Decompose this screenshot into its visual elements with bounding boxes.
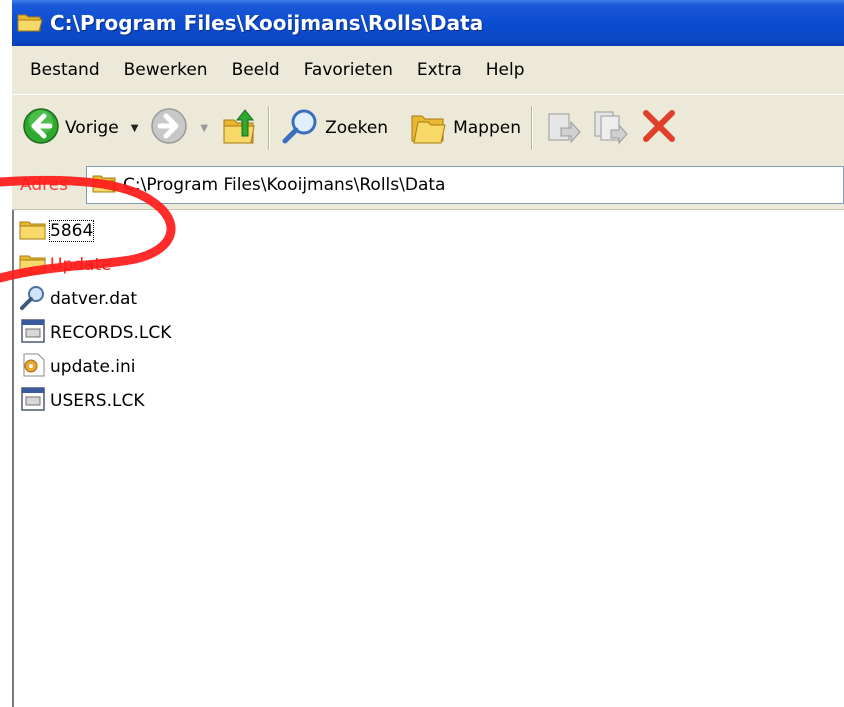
menu-extra[interactable]: Extra <box>407 60 472 80</box>
folder-icon <box>91 172 117 199</box>
list-item[interactable]: USERS.LCK <box>18 386 144 416</box>
address-input[interactable]: C:\Program Files\Kooijmans\Rolls\Data <box>86 166 844 204</box>
delete-button[interactable] <box>635 100 683 156</box>
list-item[interactable]: 5864 <box>18 216 95 246</box>
title-bar[interactable]: C:\Program Files\Kooijmans\Rolls\Data <box>12 0 844 46</box>
settings-file-icon <box>18 352 48 383</box>
copy-to-icon <box>591 106 631 151</box>
toolbar-separator <box>268 106 271 150</box>
address-path: C:\Program Files\Kooijmans\Rolls\Data <box>123 175 446 195</box>
search-icon <box>280 106 320 151</box>
folder-icon <box>18 251 48 280</box>
search-button[interactable]: Zoeken <box>276 100 392 156</box>
folders-label: Mappen <box>453 118 521 138</box>
delete-x-icon <box>639 106 679 151</box>
move-to-button[interactable] <box>539 100 587 156</box>
back-button[interactable]: Vorige <box>18 100 123 156</box>
copy-to-button[interactable] <box>587 100 635 156</box>
file-name: update.ini <box>50 357 136 377</box>
system-file-icon <box>18 318 48 349</box>
folders-icon <box>408 106 448 151</box>
list-item[interactable]: RECORDS.LCK <box>18 318 171 348</box>
menu-bestand[interactable]: Bestand <box>20 60 110 80</box>
address-bar: Adres C:\Program Files\Kooijmans\Rolls\D… <box>12 161 844 210</box>
forward-arrow-icon <box>150 107 188 150</box>
menu-bewerken[interactable]: Bewerken <box>114 60 218 80</box>
list-item[interactable]: update.ini <box>18 352 136 382</box>
system-file-icon <box>18 386 48 417</box>
file-name: RECORDS.LCK <box>50 323 172 343</box>
folder-icon <box>18 217 48 246</box>
folder-open-icon <box>16 9 44 38</box>
move-to-icon <box>543 106 583 151</box>
file-list[interactable]: 5864 Update datver.dat RECORDS.LCK updat… <box>12 210 844 707</box>
menu-bar: Bestand Bewerken Beeld Favorieten Extra … <box>12 46 844 95</box>
forward-dropdown-arrow-icon[interactable]: ▼ <box>200 123 208 134</box>
window-title: C:\Program Files\Kooijmans\Rolls\Data <box>50 11 484 35</box>
file-name: USERS.LCK <box>50 391 145 411</box>
forward-button[interactable] <box>146 100 192 156</box>
back-arrow-icon <box>22 107 60 150</box>
up-folder-icon <box>220 106 258 151</box>
search-label: Zoeken <box>325 118 389 138</box>
menu-beeld[interactable]: Beeld <box>222 60 290 80</box>
list-item[interactable]: Update <box>18 250 112 280</box>
folders-button[interactable]: Mappen <box>404 100 525 156</box>
toolbar: Vorige ▼ ▼ Zoeken Mappen <box>12 94 844 162</box>
up-folder-button[interactable] <box>216 100 262 156</box>
magnifier-file-icon <box>18 284 48 315</box>
menu-help[interactable]: Help <box>476 60 535 80</box>
menu-favorieten[interactable]: Favorieten <box>294 60 403 80</box>
list-item[interactable]: datver.dat <box>18 284 137 314</box>
file-name: datver.dat <box>50 289 138 309</box>
file-name: 5864 <box>48 220 95 242</box>
file-name: Update <box>50 255 112 275</box>
toolbar-separator <box>530 106 533 150</box>
address-label: Adres <box>20 175 69 195</box>
back-label: Vorige <box>65 118 119 138</box>
back-dropdown-arrow-icon[interactable]: ▼ <box>131 123 139 134</box>
